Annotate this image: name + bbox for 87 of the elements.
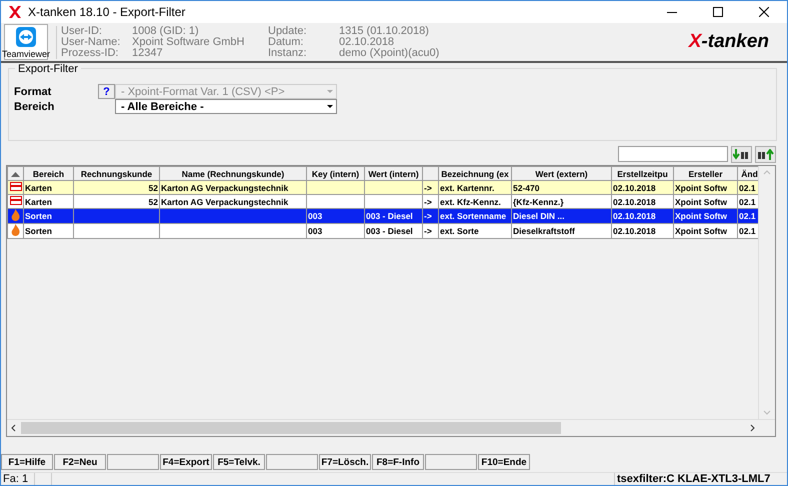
info-value: Xpoint Software GmbH: [132, 36, 246, 48]
table-cell: [364, 194, 422, 208]
function-key[interactable]: F2=Neu: [54, 454, 106, 470]
card-icon: [10, 182, 22, 191]
table-row[interactable]: Sorten 003 003 - Diesel -> ext. Sortenname Diesel DIN ... 02.10.2018 Xpoint Softw 02.1: [8, 208, 758, 224]
table-cell: 003: [306, 208, 364, 224]
group-title: Export-Filter: [15, 63, 81, 75]
column-header[interactable]: Wert (intern): [364, 166, 422, 180]
info-value: 02.10.2018: [339, 36, 394, 48]
arrows-icon: [15, 26, 37, 48]
card-icon: [10, 196, 22, 205]
table-cell: 52: [74, 194, 160, 208]
function-key[interactable]: F8=F-Info: [372, 454, 424, 470]
info-label: User-ID:: [61, 26, 103, 36]
table-cell: Karton AG Verpackungstechnik: [160, 180, 306, 194]
horizontal-scrollbar[interactable]: [7, 419, 775, 436]
table-cell: [306, 180, 364, 194]
table-cell: 02.10.2018: [612, 180, 674, 194]
info-label: Update:: [268, 26, 308, 36]
search-down-button[interactable]: [731, 146, 752, 163]
flame-icon: [11, 224, 20, 236]
status-text: tsexfilter:C KLAE-XTL3-LML7: [614, 473, 775, 485]
table-cell: ext. Kartennr.: [438, 180, 512, 194]
table-cell: Karten: [24, 194, 74, 208]
search-up-button[interactable]: [755, 146, 776, 163]
function-key[interactable]: F7=Lösch.: [319, 454, 371, 470]
column-header[interactable]: Rechnungskunde: [74, 166, 160, 180]
function-key[interactable]: F4=Export: [160, 454, 212, 470]
logo: X-tanken: [688, 31, 769, 53]
function-key[interactable]: F1=Hilfe: [1, 454, 53, 470]
info-label: User-Name:: [61, 36, 122, 48]
column-header[interactable]: Änd: [738, 166, 758, 180]
table-cell: ext. Kfz-Kennz.: [438, 194, 512, 208]
function-key[interactable]: F10=Ende: [478, 454, 530, 470]
dropdown[interactable]: - Alle Bereiche -: [115, 99, 337, 114]
field-label: Format: [14, 86, 52, 98]
table-cell: 003 - Diesel: [364, 224, 422, 238]
table-cell: Dieselkraftstoff: [512, 224, 612, 238]
column-header[interactable]: Erstellzeitpu: [612, 166, 674, 180]
table-cell: Sorten: [24, 208, 74, 224]
info-value: 12347: [132, 48, 163, 58]
column-header[interactable]: Bereich: [24, 166, 74, 180]
table-cell: Xpoint Softw: [674, 194, 738, 208]
maximize-icon[interactable]: [713, 7, 723, 17]
teamviewer-button[interactable]: Teamviewer: [4, 24, 48, 60]
table-cell: [306, 194, 364, 208]
column-header[interactable]: Wert (extern): [512, 166, 612, 180]
column-header[interactable]: Key (intern): [306, 166, 364, 180]
table-cell: 02.10.2018: [612, 224, 674, 238]
info-label: Instanz:: [268, 48, 308, 58]
table-cell: Karton AG Verpackungstechnik: [160, 194, 306, 208]
table-cell: ext. Sortenname: [438, 208, 512, 224]
column-header[interactable]: Ersteller: [674, 166, 738, 180]
table-row[interactable]: Sorten 003 003 - Diesel -> ext. Sorte Dieselkraftstoff 02.10.2018 Xpoint Softw 02.1: [8, 224, 758, 238]
app-icon: [8, 5, 22, 19]
sort-arrow-icon[interactable]: [11, 172, 20, 176]
column-header[interactable]: Name (Rechnungskunde): [160, 166, 306, 180]
table-cell: 003: [306, 224, 364, 238]
table-row[interactable]: Karten 52 Karton AG Verpackungstechnik -> ext. Kartennr. 52-470 02.10.2018 Xpoint Softw 02.1: [8, 180, 758, 194]
column-header[interactable]: Bezeichnung (ex: [438, 166, 512, 180]
table-cell: Xpoint Softw: [674, 208, 738, 224]
table-cell: Diesel DIN ...: [512, 208, 612, 224]
table-cell: 52-470: [512, 180, 612, 194]
table-cell: Xpoint Softw: [674, 180, 738, 194]
info-value: 1008 (GID: 1): [132, 26, 200, 36]
info-label: Datum:: [268, 36, 304, 48]
info-value: demo (Xpoint)(acu0): [339, 48, 440, 58]
table-cell: 52: [74, 180, 160, 194]
table-cell: Karten: [24, 180, 74, 194]
table-row[interactable]: Karten 52 Karton AG Verpackungstechnik -> ext. Kfz-Kennz. {Kfz-Kennz.} 02.10.2018 Xpoint Softw 02.1: [8, 194, 758, 208]
table-cell: [364, 180, 422, 194]
info-value: 1315 (01.10.2018): [339, 26, 430, 36]
function-key[interactable]: F5=Telvk.: [213, 454, 265, 470]
table-cell: 02.10.2018: [612, 208, 674, 224]
table-cell: Xpoint Softw: [674, 224, 738, 238]
close-icon[interactable]: [759, 7, 769, 17]
flame-icon: [11, 209, 20, 221]
field-label: Bereich: [14, 100, 56, 112]
table-cell: Sorten: [24, 224, 74, 238]
status-text: Fa: 1: [1, 473, 35, 485]
info-label: Prozess-ID:: [61, 48, 120, 58]
table-cell: ext. Sorte: [438, 224, 512, 238]
table-cell: {Kfz-Kennz.}: [512, 194, 612, 208]
search-field[interactable]: [618, 146, 728, 162]
table-cell: 02.10.2018: [612, 194, 674, 208]
table-cell: 003 - Diesel: [364, 208, 422, 224]
window-title: X-tanken 18.10 - Export-Filter: [28, 5, 186, 19]
